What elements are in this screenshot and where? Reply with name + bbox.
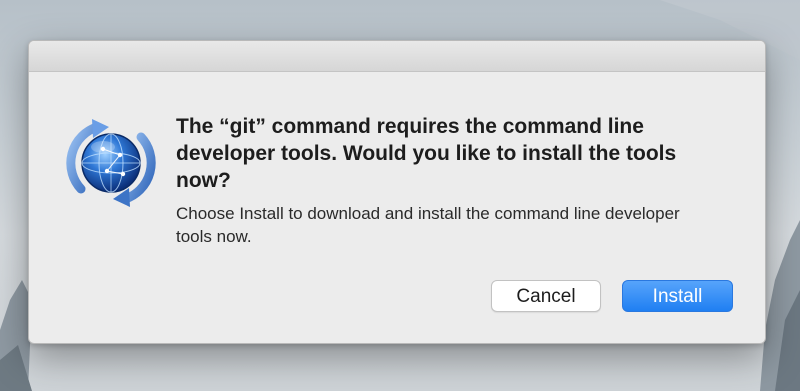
software-update-icon	[59, 111, 163, 215]
install-tools-dialog: The “git” command requires the command l…	[28, 40, 766, 344]
install-button[interactable]: Install	[622, 280, 733, 312]
cancel-button[interactable]: Cancel	[491, 280, 601, 312]
dialog-heading: The “git” command requires the command l…	[176, 115, 677, 192]
dialog-message: Choose Install to download and install t…	[176, 204, 680, 246]
dialog-titlebar	[29, 41, 765, 72]
